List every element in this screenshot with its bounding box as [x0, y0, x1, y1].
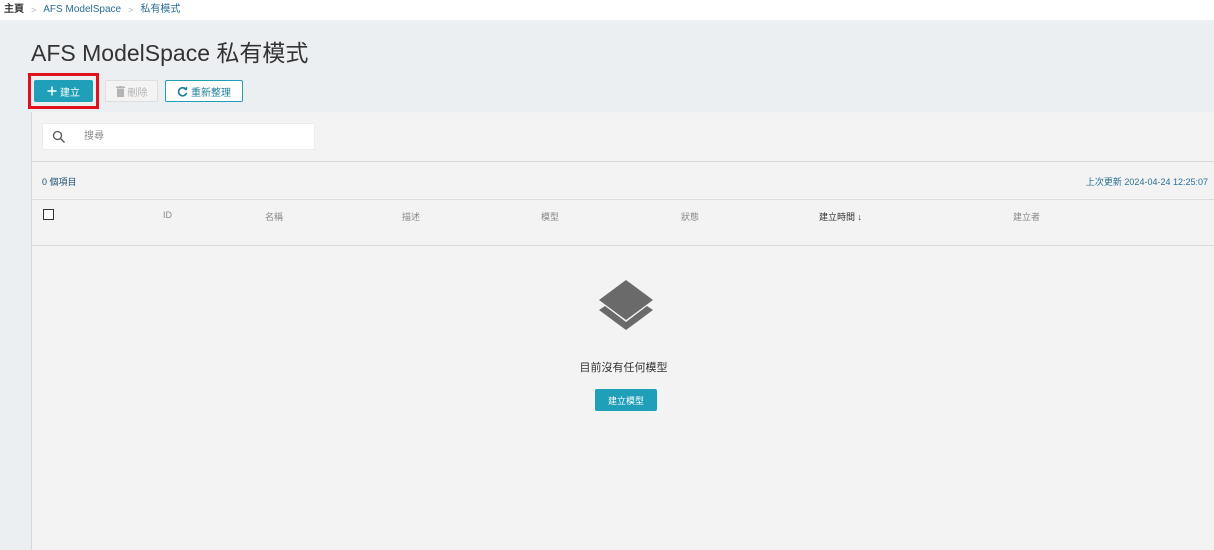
column-header-created-time[interactable]: 建立時間 ↓: [819, 210, 862, 223]
select-all-checkbox[interactable]: [43, 209, 54, 220]
column-header-status[interactable]: 狀態: [681, 210, 699, 223]
breadcrumb-modelspace[interactable]: AFS ModelSpace: [43, 3, 121, 17]
column-header-model[interactable]: 模型: [541, 210, 559, 223]
refresh-icon: [177, 86, 188, 97]
last-updated: 上次更新 2024-04-24 12:25:07: [1085, 177, 1208, 187]
breadcrumb-home[interactable]: 主頁: [4, 3, 24, 17]
empty-state-message: 目前沒有任何模型: [579, 362, 668, 374]
column-header-name[interactable]: 名稱: [265, 210, 283, 223]
item-count: 0 個項目: [42, 177, 77, 187]
search-input[interactable]: [82, 130, 286, 143]
breadcrumb: 主頁 > AFS ModelSpace > 私有模式: [4, 3, 180, 17]
top-bar: 主頁 > AFS ModelSpace > 私有模式: [0, 0, 1214, 20]
create-model-button[interactable]: 建立模型: [595, 389, 657, 411]
breadcrumb-separator: >: [128, 5, 134, 15]
delete-button-label: 刪除: [127, 87, 148, 99]
layers-icon: [595, 278, 657, 342]
divider: [32, 161, 1214, 162]
refresh-button[interactable]: 重新整理: [165, 80, 243, 102]
breadcrumb-current: 私有模式: [140, 4, 181, 15]
page-title: AFS ModelSpace 私有模式: [31, 40, 309, 66]
column-header-created-time-label: 建立時間: [819, 212, 856, 222]
breadcrumb-separator: >: [31, 5, 37, 15]
divider: [32, 245, 1214, 246]
column-header-creator[interactable]: 建立者: [1013, 210, 1040, 223]
trash-icon: [115, 85, 125, 97]
column-header-id[interactable]: ID: [163, 210, 172, 220]
search-icon: [52, 130, 66, 144]
sort-desc-icon: ↓: [857, 212, 863, 222]
delete-button[interactable]: 刪除: [105, 80, 158, 102]
divider: [32, 199, 1214, 200]
content-panel: 0 個項目 上次更新 2024-04-24 12:25:07 ID 名稱 描述 …: [31, 112, 1214, 550]
refresh-button-label: 重新整理: [191, 87, 231, 99]
search-box: [42, 123, 315, 150]
column-header-description[interactable]: 描述: [402, 210, 420, 223]
create-button-highlight: [28, 73, 99, 109]
